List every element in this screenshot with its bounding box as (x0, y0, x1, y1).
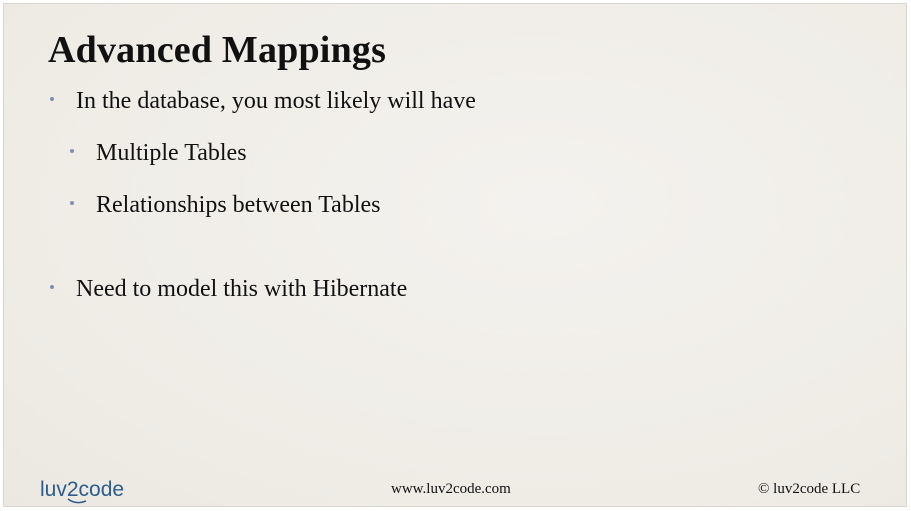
footer-url: www.luv2code.com (391, 481, 511, 497)
luv2code-logo: luv2code (40, 478, 124, 504)
slide-title: Advanced Mappings (48, 29, 387, 71)
bullet-dot-icon (50, 97, 54, 101)
sub-bullet-item: Relationships between Tables (70, 192, 380, 219)
bullet-text: In the database, you most likely will ha… (76, 88, 476, 114)
sub-bullet-item: Multiple Tables (70, 140, 247, 167)
bullet-item: Need to model this with Hibernate (50, 276, 407, 303)
bullet-text: Relationships between Tables (96, 192, 381, 218)
bullet-dot-icon (50, 285, 54, 289)
slide: Advanced Mappings In the database, you m… (3, 3, 907, 507)
bullet-dot-icon (70, 201, 74, 205)
bullet-item: In the database, you most likely will ha… (50, 88, 476, 115)
footer-copyright: © luv2code LLC (758, 481, 861, 497)
bullet-text: Multiple Tables (96, 140, 247, 166)
bullet-text: Need to model this with Hibernate (76, 276, 408, 302)
bullet-dot-icon (70, 149, 74, 153)
logo-text: luv2code (40, 478, 124, 501)
